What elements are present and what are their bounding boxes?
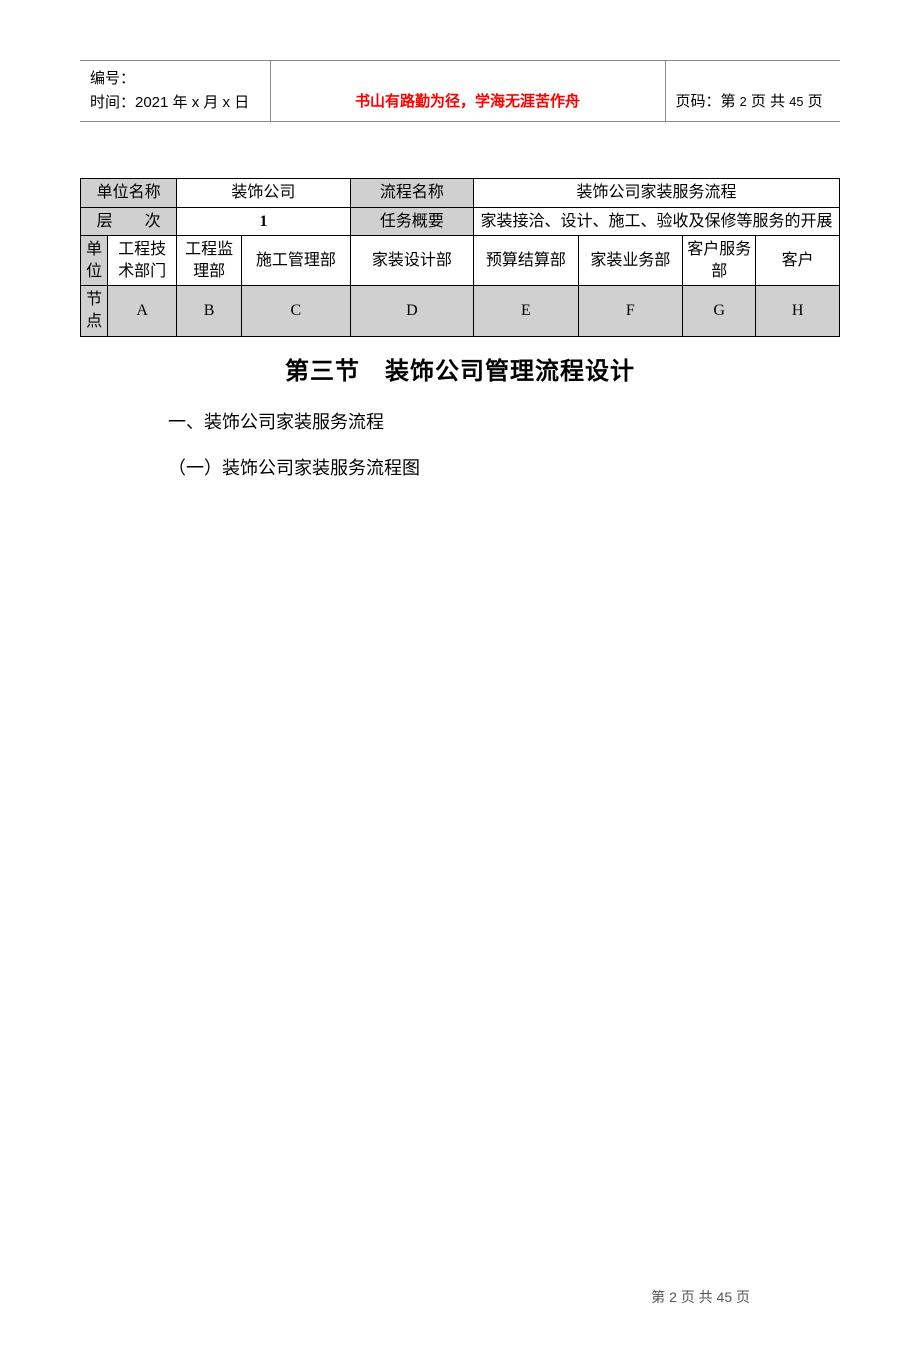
footer-total: 45 xyxy=(717,1289,733,1305)
subheading-2: （一）装饰公司家装服务流程图 xyxy=(168,454,920,480)
footer-suffix: 页 xyxy=(732,1289,750,1305)
page-suffix: 页 xyxy=(803,93,822,110)
node-h: H xyxy=(756,286,840,336)
dept-8: 客户 xyxy=(756,236,840,286)
unit-name-label: 单位名称 xyxy=(81,179,177,208)
page-mid: 页 共 xyxy=(747,93,790,110)
task-label: 任务概要 xyxy=(350,207,473,236)
unit-name-value: 装饰公司 xyxy=(177,179,351,208)
page-total: 45 xyxy=(789,94,803,109)
content-table: 单位名称 装饰公司 流程名称 装饰公司家装服务流程 层 次 1 任务概要 家装接… xyxy=(80,178,840,337)
level-label: 层 次 xyxy=(81,207,177,236)
node-a: A xyxy=(108,286,177,336)
unit-label: 单位 xyxy=(81,236,108,286)
dept-5: 预算结算部 xyxy=(474,236,579,286)
header-motto: 书山有路勤为径，学海无涯苦作舟 xyxy=(270,61,665,122)
dept-6: 家装业务部 xyxy=(578,236,683,286)
level-value: 1 xyxy=(177,207,351,236)
doc-date: 时间：2021 年 x 月 x 日 xyxy=(90,91,260,115)
document-header-table: 编号： 时间：2021 年 x 月 x 日 书山有路勤为径，学海无涯苦作舟 页码… xyxy=(80,60,840,122)
dept-7: 客户服务部 xyxy=(683,236,756,286)
dept-2: 工程监理部 xyxy=(177,236,242,286)
footer-current: 2 xyxy=(669,1289,677,1305)
section-title: 第三节 装饰公司管理流程设计 xyxy=(0,351,920,386)
node-g: G xyxy=(683,286,756,336)
footer-mid: 页 共 xyxy=(677,1289,717,1305)
page-footer: 第 2 页 共 45 页 xyxy=(651,1287,750,1307)
page-current: 2 xyxy=(740,94,747,109)
dept-4: 家装设计部 xyxy=(350,236,473,286)
header-left-cell: 编号： 时间：2021 年 x 月 x 日 xyxy=(80,61,270,122)
page-label-prefix: 页码：第 xyxy=(676,93,740,110)
subheading-1: 一、装饰公司家装服务流程 xyxy=(168,408,920,434)
node-f: F xyxy=(578,286,683,336)
table-row: 单位名称 装饰公司 流程名称 装饰公司家装服务流程 xyxy=(81,179,840,208)
dept-3: 施工管理部 xyxy=(241,236,350,286)
table-row: 层 次 1 任务概要 家装接洽、设计、施工、验收及保修等服务的开展 xyxy=(81,207,840,236)
node-label: 节点 xyxy=(81,286,108,336)
table-row: 节点 A B C D E F G H xyxy=(81,286,840,336)
dept-1: 工程技术部门 xyxy=(108,236,177,286)
node-d: D xyxy=(350,286,473,336)
node-b: B xyxy=(177,286,242,336)
node-c: C xyxy=(241,286,350,336)
node-e: E xyxy=(474,286,579,336)
task-value: 家装接洽、设计、施工、验收及保修等服务的开展 xyxy=(474,207,840,236)
flow-name-value: 装饰公司家装服务流程 xyxy=(474,179,840,208)
flow-name-label: 流程名称 xyxy=(350,179,473,208)
doc-id-label: 编号： xyxy=(90,67,260,91)
table-row: 单位 工程技术部门 工程监理部 施工管理部 家装设计部 预算结算部 家装业务部 … xyxy=(81,236,840,286)
header-page-cell: 页码：第 2 页 共 45 页 xyxy=(665,61,840,122)
footer-prefix: 第 xyxy=(651,1289,669,1305)
